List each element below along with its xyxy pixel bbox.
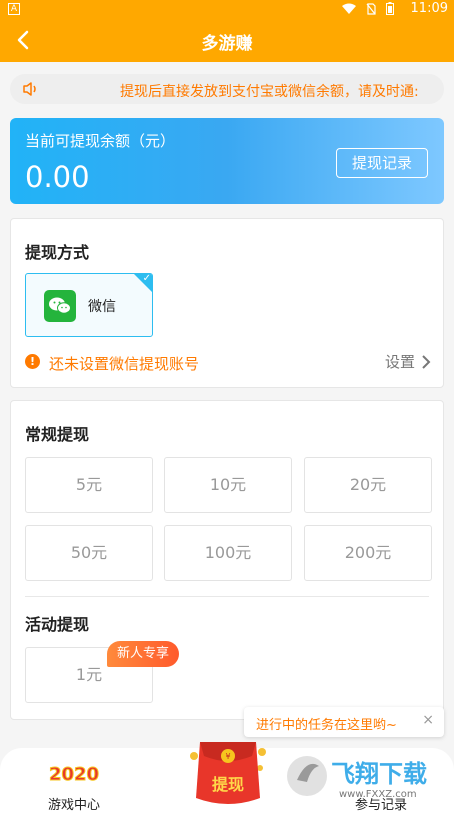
tooltip-text: 进行中的任务在这里哟~ [256, 718, 397, 733]
notice-text: 提现后直接发放到支付宝或微信余额，请及时通: [120, 84, 419, 100]
wechat-icon [44, 290, 76, 322]
wechat-option[interactable]: 微信 ✓ [25, 273, 153, 337]
check-icon: ✓ [142, 273, 151, 284]
no-sim-icon [366, 2, 376, 15]
setting-label: 设置 [384, 353, 415, 371]
page-title: 多游赚 [201, 34, 253, 54]
clock: 11:09 [410, 1, 448, 16]
svg-text:¥: ¥ [225, 752, 230, 761]
tab-game-center[interactable]: 2020 游戏中心 [40, 758, 108, 814]
withdraw-record-button[interactable]: 提现记录 [336, 148, 428, 178]
watermark-url: www.FXXZ.com [339, 789, 417, 800]
amount-option[interactable]: 5元 [25, 457, 153, 513]
notification-icon: A [8, 3, 20, 15]
amount-option[interactable]: 200元 [304, 525, 432, 581]
watermark-text: 飞翔下载 [331, 760, 427, 788]
wifi-icon [342, 3, 356, 14]
notice-bar: 提现后直接发放到支付宝或微信余额，请及时通: [10, 74, 444, 104]
regular-title: 常规提现 [25, 425, 90, 444]
balance-card: 当前可提现余额（元） 0.00 提现记录 [10, 118, 444, 204]
balance-amount: 0.00 [25, 160, 90, 194]
nav-bar: 多游赚 [0, 18, 454, 62]
warning-text: 还未设置微信提现账号 [49, 355, 200, 373]
speaker-icon [23, 82, 36, 96]
withdraw-method-card: 提现方式 微信 ✓ ! 还未设置微信提现账号 设置 [10, 218, 444, 388]
withdraw-amount-card: 常规提现 5元 10元 20元 50元 100元 200元 活动提现 1元 新人… [10, 400, 444, 720]
amount-option[interactable]: 10元 [164, 457, 292, 513]
task-tooltip[interactable]: 进行中的任务在这里哟~ × [244, 707, 444, 737]
method-title: 提现方式 [25, 243, 90, 262]
divider [25, 596, 429, 597]
watermark-logo: 飞翔下载 www.FXXZ.com [287, 756, 427, 800]
icon-year-text: 2020 [49, 764, 99, 785]
chevron-right-icon [422, 354, 431, 369]
amount-option[interactable]: 100元 [164, 525, 292, 581]
amount-option[interactable]: 50元 [25, 525, 153, 581]
battery-icon [386, 2, 394, 15]
new-user-badge: 新人专享 [107, 641, 180, 667]
activity-title: 活动提现 [25, 615, 90, 634]
wechat-label: 微信 [88, 299, 116, 315]
withdraw-tab-label: 提现 [212, 775, 244, 794]
amount-option[interactable]: 20元 [304, 457, 432, 513]
warning-icon: ! [25, 354, 40, 369]
close-icon[interactable]: × [422, 712, 434, 728]
withdraw-tab-button[interactable]: ¥ 提现 [186, 732, 270, 810]
new-year-2020-icon: 2020 [48, 764, 99, 786]
tab-label: 游戏中心 [47, 798, 100, 813]
setting-link[interactable]: 设置 [385, 351, 431, 372]
balance-label: 当前可提现余额（元） [25, 132, 176, 150]
status-bar: A 11:09 [0, 0, 454, 18]
